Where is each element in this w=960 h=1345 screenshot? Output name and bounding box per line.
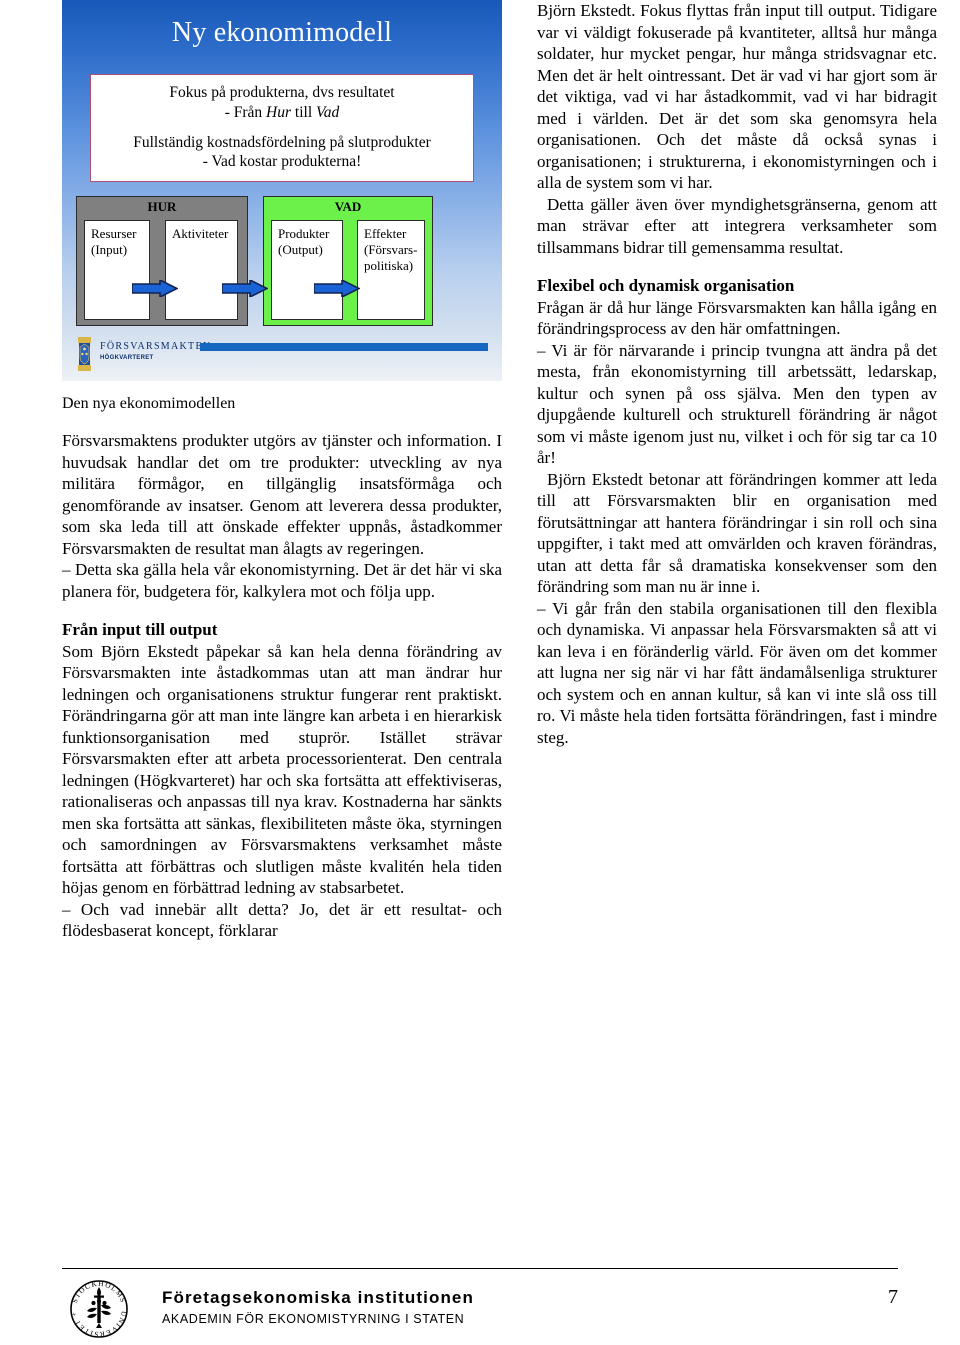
slide-callout-box: Fokus på produkterna, dvs resultatet - F… (90, 74, 474, 183)
callout-word-vad: Vad (316, 103, 340, 121)
callout-line-4: - Vad kostar produkterna! (202, 153, 362, 171)
heading-gap (62, 602, 502, 619)
page-footer: STOCKHOLMS UNIVERSITET + Företagsekonomi… (62, 1278, 898, 1340)
left-paragraph-4: – Och vad innebär allt detta? Jo, det är… (62, 899, 502, 941)
diagram-cell-resurser: Resurser (Input) (84, 220, 150, 320)
footer-rule (62, 1268, 898, 1269)
right-paragraph-6: – Vi går från den stabila organisationen… (537, 598, 937, 747)
right-section-heading: Flexibel och dynamisk organisation (537, 276, 795, 295)
cell-aktiviteter-line1: Aktiviteter (172, 226, 229, 241)
diagram-group-vad-label: VAD (334, 199, 362, 214)
slide-title: Ny ekonomimodell (171, 17, 393, 48)
diagram-cell-effekter: Effekter (Försvars- politiska) (357, 220, 425, 320)
footer-institution: Företagsekonomiska institutionen (162, 1288, 474, 1307)
right-paragraph-4: – Vi är för närvarande i princip tvungna… (537, 340, 937, 468)
right-heading-gap (537, 258, 937, 275)
cell-produkter-line2: (Output) (278, 241, 323, 257)
right-paragraph-3: Frågan är då hur länge Försvarsmakten ka… (537, 297, 937, 339)
callout-word-hur: Hur (266, 103, 292, 121)
footer-academy: AKADEMIN FÖR EKONOMISTYRNING I STATEN (162, 1312, 465, 1326)
cell-effekter-line3: politiska) (364, 257, 414, 273)
callout-spacer (97, 123, 467, 133)
forsvarsmakten-logo: FÖRSVARSMAKTEN HÖGKVARTERET (78, 337, 488, 375)
callout-line2-mid: till (291, 103, 317, 121)
diagram-cell-aktiviteter: Aktiviteter (165, 220, 238, 320)
cell-effekter-line2: (Försvars- (364, 241, 418, 257)
slide-figure: Ny ekonomimodell Fokus på produkterna, d… (62, 0, 502, 381)
left-paragraph-3: Som Björn Ekstedt påpekar så kan hela de… (62, 641, 502, 898)
right-paragraph-5: Björn Ekstedt betonar att förändringen k… (537, 469, 937, 597)
arrow-right-icon-2 (222, 280, 268, 297)
callout-line-3: Fullständig kostnadsfördelning på slutpr… (133, 133, 431, 151)
cell-resurser-line2: (Input) (91, 241, 128, 257)
diagram-cell-produkter: Produkter (Output) (271, 220, 343, 320)
document-page: Ny ekonomimodell Fokus på produkterna, d… (0, 0, 960, 1342)
cell-effekter-line1: Effekter (364, 226, 407, 241)
cell-resurser-line1: Resurser (91, 226, 137, 241)
figure-gap (62, 381, 502, 395)
cell-produkter-line1: Produkter (278, 226, 330, 241)
forsvarsmakten-wordmark: FÖRSVARSMAKTEN (100, 341, 212, 352)
shield-icon (78, 337, 91, 371)
callout-line2-prefix: - Från (224, 103, 267, 121)
right-paragraph-2: Detta gäller även över myndighetsgränser… (537, 194, 937, 257)
figure-caption: Den nya ekonomimodellen (62, 395, 236, 412)
arrow-right-icon-1 (132, 280, 178, 297)
caption-gap (62, 413, 502, 430)
stockholm-university-logo-icon: STOCKHOLMS UNIVERSITET + (68, 1278, 130, 1340)
forsvarsmakten-bar (200, 343, 488, 351)
process-diagram: HUR VAD Resurser (Input) Aktiviteter Pro… (76, 196, 488, 326)
forsvarsmakten-subtitle: HÖGKVARTERET (100, 355, 154, 361)
callout-line-1: Fokus på produkterna, dvs resultatet (169, 84, 395, 101)
right-column: Björn Ekstedt. Fokus flyttas från input … (537, 0, 937, 748)
callout-line-2: - Från Hur till Vad (97, 103, 467, 123)
left-column: Ny ekonomimodell Fokus på produkterna, d… (62, 0, 502, 942)
left-paragraph-2: – Detta ska gälla hela vår ekonomistyrni… (62, 560, 502, 601)
page-number: 7 (888, 1286, 898, 1308)
right-paragraph-1: Björn Ekstedt. Fokus flyttas från input … (537, 1, 937, 192)
diagram-group-hur-label: HUR (147, 199, 177, 214)
arrow-right-icon-3 (314, 280, 360, 297)
left-section-heading: Från input till output (62, 620, 218, 639)
left-paragraph-1: Försvarsmaktens produkter utgörs av tjän… (62, 431, 502, 558)
